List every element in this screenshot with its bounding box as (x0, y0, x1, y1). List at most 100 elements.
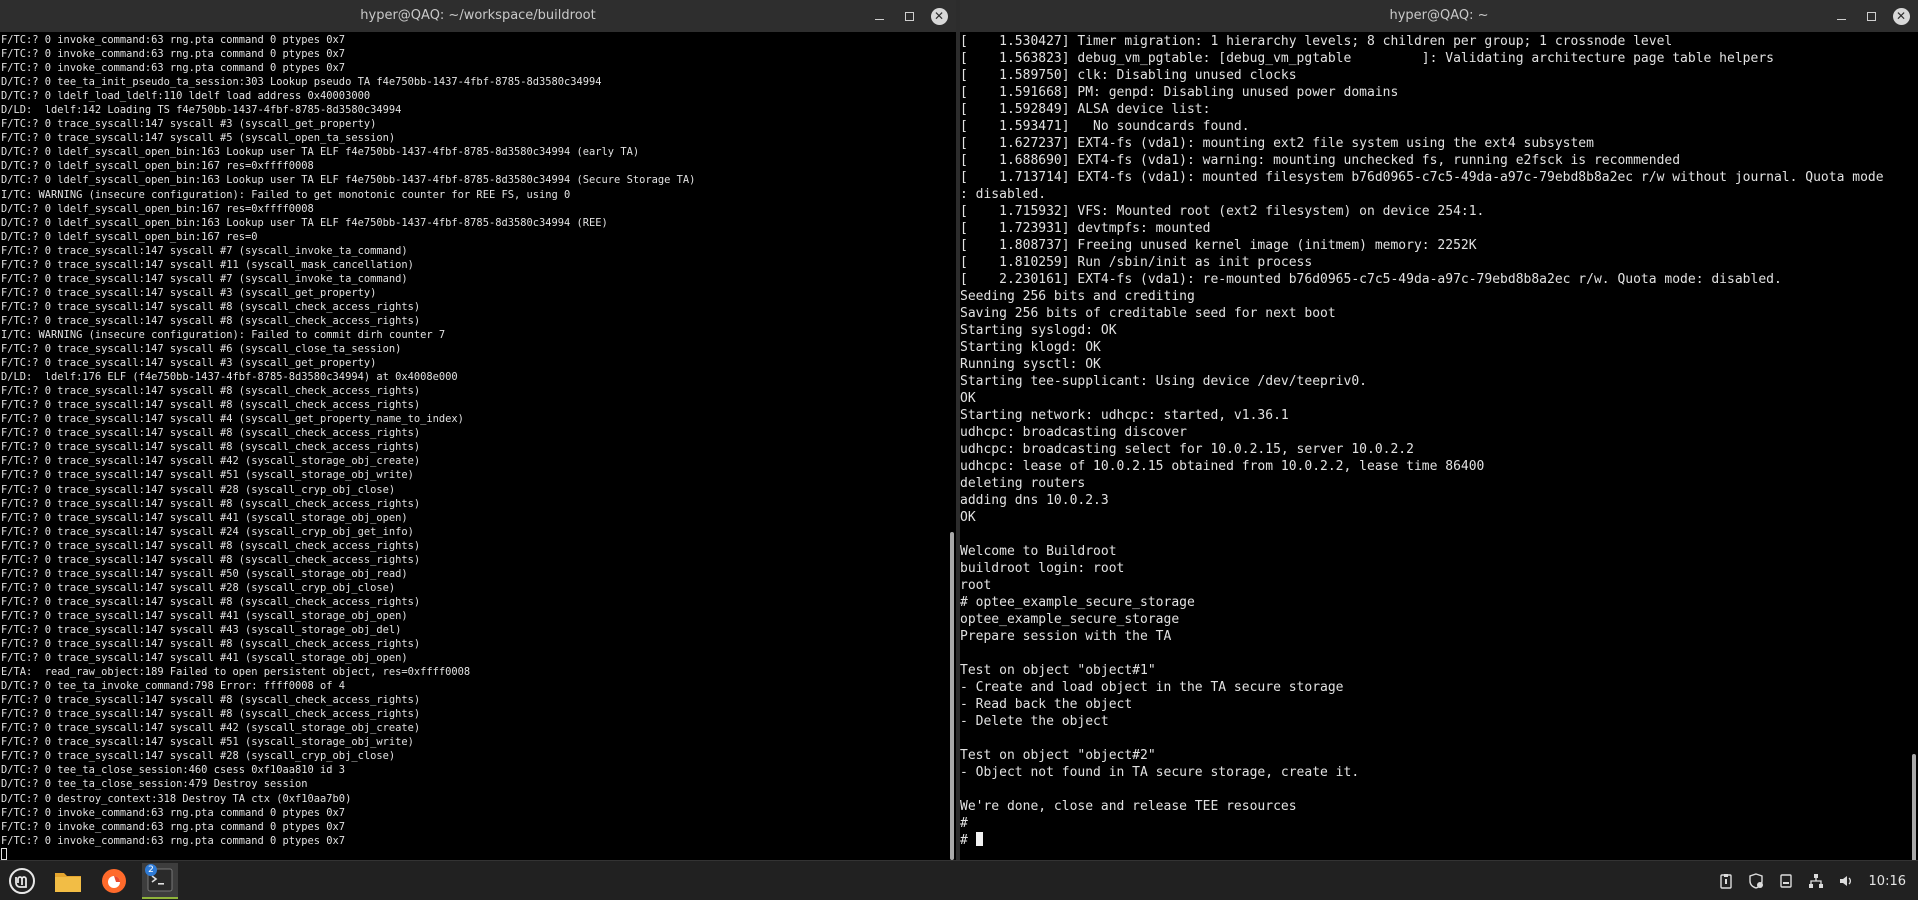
terminal-line: - Read back the object (960, 697, 1133, 712)
terminal-line: I/TC: WARNING (insecure configuration): … (1, 188, 571, 201)
titlebar[interactable]: hyper@QAQ: ~ ✕ (960, 0, 1918, 32)
terminal-line: D/TC:? 0 ldelf_syscall_open_bin:167 res=… (1, 230, 258, 243)
terminal-line: - Object not found in TA secure storage,… (960, 765, 1360, 780)
terminal-line: I/TC: WARNING (insecure configuration): … (1, 328, 446, 341)
storage-tray-button[interactable] (1773, 868, 1799, 894)
close-icon: ✕ (930, 7, 948, 25)
terminal-line: F/TC:? 0 trace_syscall:147 syscall #28 (… (1, 581, 396, 594)
terminal-line: F/TC:? 0 trace_syscall:147 syscall #6 (s… (1, 343, 402, 356)
terminal-line: F/TC:? 0 trace_syscall:147 syscall #8 (s… (1, 441, 421, 454)
terminal-line: F/TC:? 0 trace_syscall:147 syscall #4 (s… (1, 413, 464, 426)
terminal-line: udhcpc: broadcasting discover (960, 425, 1187, 440)
terminal-line: F/TC:? 0 trace_syscall:147 syscall #28 (… (1, 483, 396, 496)
maximize-icon (1866, 11, 1876, 21)
terminal-line: Test on object "object#2" (960, 748, 1156, 763)
terminal-line: D/TC:? 0 ldelf_syscall_open_bin:163 Look… (1, 216, 608, 229)
terminal-line: : disabled. (960, 187, 1047, 202)
terminal-line: E/TA: read_raw_object:189 Failed to open… (1, 666, 471, 679)
start-menu-button[interactable] (4, 863, 40, 899)
terminal-line: F/TC:? 0 trace_syscall:147 syscall #8 (s… (1, 300, 421, 313)
terminal-line: F/TC:? 0 trace_syscall:147 syscall #41 (… (1, 511, 408, 524)
terminal-line: [ 1.591668] PM: genpd: Disabling unused … (960, 85, 1399, 100)
close-button[interactable]: ✕ (1888, 3, 1914, 29)
terminal-line: [ 1.808737] Freeing unused kernel image … (960, 238, 1477, 253)
terminal-line: F/TC:? 0 trace_syscall:147 syscall #8 (s… (1, 539, 421, 552)
clipboard-icon (1719, 874, 1732, 889)
terminal-line: OK (960, 391, 976, 406)
terminal-output[interactable]: [ 1.530427] Timer migration: 1 hierarchy… (960, 32, 1906, 860)
network-tray-button[interactable] (1803, 868, 1829, 894)
clock[interactable]: 10:16 (1869, 874, 1906, 889)
terminal-window-home[interactable]: hyper@QAQ: ~ ✕ [ 1.530427] Timer migrati… (960, 0, 1918, 860)
terminal-line: F/TC:? 0 trace_syscall:147 syscall #8 (s… (1, 595, 421, 608)
terminal-line: F/TC:? 0 trace_syscall:147 syscall #43 (… (1, 623, 402, 636)
terminal-line: D/TC:? 0 ldelf_load_ldelf:110 ldelf load… (1, 90, 371, 103)
terminal-line: F/TC:? 0 invoke_command:63 rng.pta comma… (1, 806, 346, 819)
terminal-line: F/TC:? 0 trace_syscall:147 syscall #11 (… (1, 258, 414, 271)
window-title: hyper@QAQ: ~ (1389, 8, 1489, 23)
terminal-line: F/TC:? 0 trace_syscall:147 syscall #8 (s… (1, 497, 421, 510)
terminal-line: F/TC:? 0 trace_syscall:147 syscall #42 (… (1, 722, 421, 735)
terminal-line: F/TC:? 0 trace_syscall:147 syscall #24 (… (1, 525, 414, 538)
files-launcher[interactable] (50, 863, 86, 899)
terminal-taskbar-button[interactable]: 2 (142, 863, 178, 899)
terminal-output[interactable]: F/TC:? 0 invoke_command:63 rng.pta comma… (0, 32, 944, 860)
terminal-line: F/TC:? 0 trace_syscall:147 syscall #51 (… (1, 736, 414, 749)
folder-icon (55, 873, 81, 892)
terminal-line: We're done, close and release TEE resour… (960, 799, 1297, 814)
terminal-line: Running sysctl: OK (960, 357, 1101, 372)
terminal-line: Starting syslogd: OK (960, 323, 1117, 338)
terminal-line: adding dns 10.0.2.3 (960, 493, 1109, 508)
terminal-line: [ 1.530427] Timer migration: 1 hierarchy… (960, 34, 1673, 49)
terminal-line: F/TC:? 0 trace_syscall:147 syscall #41 (… (1, 652, 408, 665)
terminal-line: F/TC:? 0 trace_syscall:147 syscall #3 (s… (1, 357, 377, 370)
terminal-line: [ 1.627237] EXT4-fs (vda1): mounting ext… (960, 136, 1594, 151)
scrollbar[interactable] (1910, 32, 1916, 860)
terminal-line: [ 1.723931] devtmpfs: mounted (960, 221, 1211, 236)
terminal-line: F/TC:? 0 trace_syscall:147 syscall #8 (s… (1, 638, 421, 651)
scrollbar-thumb[interactable] (950, 532, 954, 860)
clipboard-tray-button[interactable] (1713, 868, 1739, 894)
mint-logo-icon (9, 868, 35, 894)
terminal-line: F/TC:? 0 trace_syscall:147 syscall #5 (s… (1, 132, 396, 145)
network-icon (1808, 874, 1823, 888)
minimize-button[interactable] (866, 3, 892, 29)
maximize-button[interactable] (896, 3, 922, 29)
terminal-line: Seeding 256 bits and crediting (960, 289, 1195, 304)
close-icon: ✕ (1892, 7, 1910, 25)
scrollbar-thumb[interactable] (1912, 754, 1916, 860)
terminal-line: [ 1.713714] EXT4-fs (vda1): mounted file… (960, 170, 1884, 185)
terminal-line: Saving 256 bits of creditable seed for n… (960, 306, 1336, 321)
terminal-line: root (960, 578, 992, 593)
shield-icon (1748, 873, 1763, 889)
terminal-line: F/TC:? 0 trace_syscall:147 syscall #7 (s… (1, 244, 408, 257)
volume-tray-button[interactable] (1833, 868, 1859, 894)
minimize-button[interactable] (1828, 3, 1854, 29)
scrollbar[interactable] (948, 32, 954, 860)
terminal-line: F/TC:? 0 invoke_command:63 rng.pta comma… (1, 34, 346, 46)
titlebar[interactable]: hyper@QAQ: ~/workspace/buildroot ✕ (0, 0, 956, 32)
terminal-line: - Delete the object (960, 714, 1109, 729)
terminal-line: F/TC:? 0 trace_syscall:147 syscall #28 (… (1, 750, 396, 763)
terminal-line: D/TC:? 0 ldelf_syscall_open_bin:163 Look… (1, 146, 640, 159)
terminal-window-buildroot[interactable]: hyper@QAQ: ~/workspace/buildroot ✕ F/TC:… (0, 0, 956, 860)
firefox-icon (102, 869, 126, 893)
minimize-icon (1836, 18, 1846, 20)
terminal-line: D/TC:? 0 ldelf_syscall_open_bin:163 Look… (1, 174, 696, 187)
terminal-cursor-line (1, 847, 944, 860)
terminal-line: D/TC:? 0 ldelf_syscall_open_bin:167 res=… (1, 202, 314, 215)
terminal-prompt-line[interactable]: # (960, 832, 1906, 849)
firefox-launcher[interactable] (96, 863, 132, 899)
shell-prompt: # (960, 833, 976, 848)
terminal-line: D/LD: ldelf:176 ELF (f4e750bb-1437-4fbf-… (1, 371, 458, 384)
minimize-icon (874, 18, 884, 20)
maximize-button[interactable] (1858, 3, 1884, 29)
terminal-line: D/TC:? 0 ldelf_syscall_open_bin:167 res=… (1, 160, 314, 173)
terminal-line: F/TC:? 0 trace_syscall:147 syscall #41 (… (1, 609, 408, 622)
speaker-icon (1839, 876, 1851, 886)
close-button[interactable]: ✕ (926, 3, 952, 29)
update-tray-button[interactable] (1743, 868, 1769, 894)
terminal-line: D/TC:? 0 destroy_context:318 Destroy TA … (1, 792, 352, 805)
